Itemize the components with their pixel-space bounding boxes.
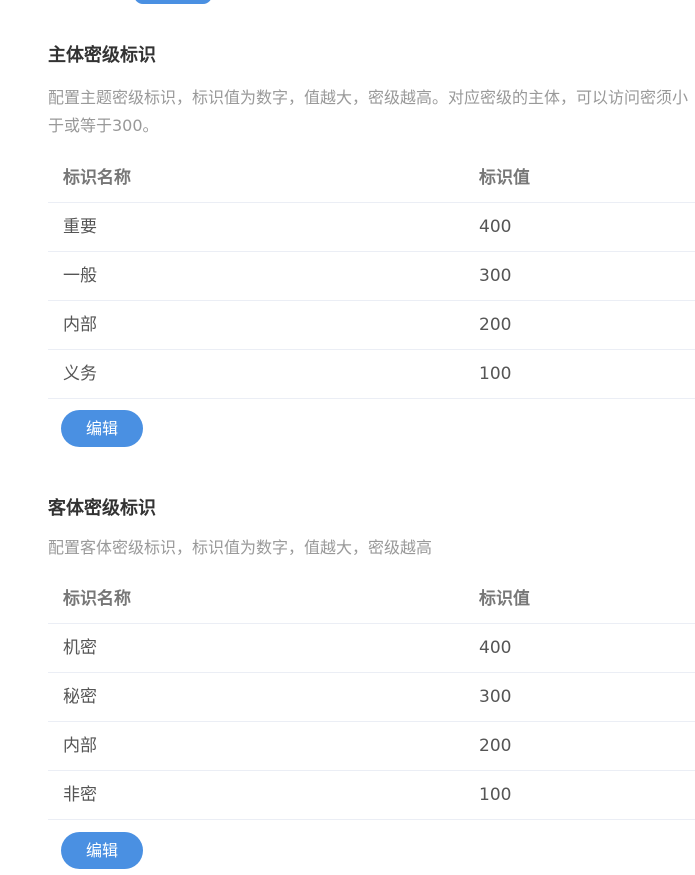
row-value: 300 (479, 266, 512, 286)
row-value: 100 (479, 785, 512, 805)
table-header-row: 标识名称 标识值 (48, 575, 695, 624)
table-row: 秘密 300 (48, 673, 695, 722)
column-header-value: 标识值 (479, 589, 530, 609)
object-edit-button[interactable]: 编辑 (61, 832, 143, 869)
row-name: 内部 (63, 315, 97, 335)
subject-section-description: 配置主题密级标识，标识值为数字，值越大，密级越高。对应密级的主体，可以访问密须小… (48, 88, 689, 135)
table-row: 内部 200 (48, 722, 695, 771)
object-section-title: 客体密级标识 (48, 498, 156, 519)
column-header-name: 标识名称 (63, 589, 131, 609)
row-value: 400 (479, 638, 512, 658)
row-name: 非密 (63, 785, 97, 805)
row-name: 秘密 (63, 687, 97, 707)
column-header-value: 标识值 (479, 168, 530, 188)
partial-button-top[interactable] (134, 0, 212, 4)
security-level-page: 主体密级标识 配置主题密级标识，标识值为数字，值越大，密级越高。对应密级的主体，… (0, 0, 695, 875)
object-level-table: 标识名称 标识值 机密 400 秘密 300 内部 200 非密 100 (48, 575, 695, 820)
table-header-row: 标识名称 标识值 (48, 154, 695, 203)
row-value: 300 (479, 687, 512, 707)
row-value: 200 (479, 315, 512, 335)
column-header-name: 标识名称 (63, 168, 131, 188)
table-row: 义务 100 (48, 350, 695, 399)
table-row: 重要 400 (48, 203, 695, 252)
row-name: 一般 (63, 266, 97, 286)
subject-level-table: 标识名称 标识值 重要 400 一般 300 内部 200 义务 100 (48, 154, 695, 399)
table-row: 内部 200 (48, 301, 695, 350)
subject-edit-button[interactable]: 编辑 (61, 410, 143, 447)
row-value: 400 (479, 217, 512, 237)
row-value: 100 (479, 364, 512, 384)
object-section-description: 配置客体密级标识，标识值为数字，值越大，密级越高 (48, 538, 433, 557)
row-name: 内部 (63, 736, 97, 756)
row-value: 200 (479, 736, 512, 756)
table-row: 非密 100 (48, 771, 695, 820)
table-row: 一般 300 (48, 252, 695, 301)
row-name: 义务 (63, 364, 97, 384)
row-name: 机密 (63, 638, 97, 658)
table-row: 机密 400 (48, 624, 695, 673)
row-name: 重要 (63, 217, 97, 237)
subject-section-title: 主体密级标识 (48, 45, 156, 66)
